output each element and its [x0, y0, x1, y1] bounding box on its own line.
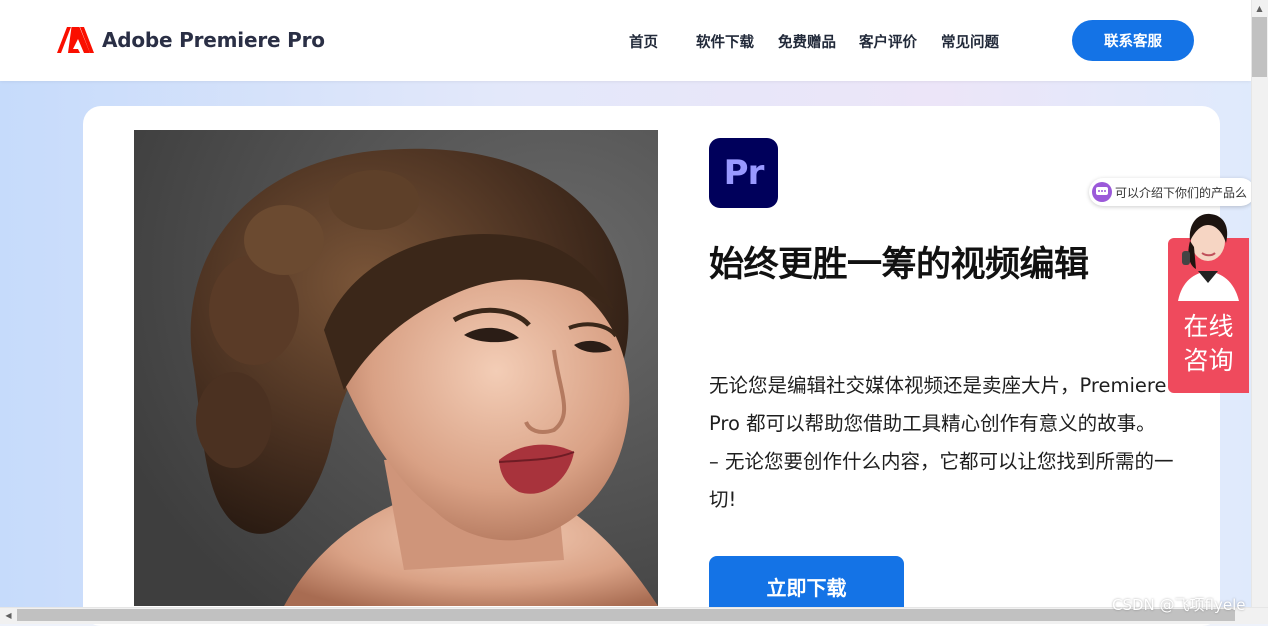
hero-description: 无论您是编辑社交媒体视频还是卖座大片，Premiere Pro 都可以帮助您借助…: [709, 367, 1184, 519]
chat-prompt-text: 可以介绍下你们的产品么: [1115, 185, 1248, 200]
chat-prompt-bubble[interactable]: 可以介绍下你们的产品么: [1089, 178, 1256, 206]
description-line: 无论您是编辑社交媒体视频还是卖座大片，Premiere Pro 都可以帮助您借助…: [709, 374, 1167, 435]
app-icon-label: Pr: [723, 153, 765, 193]
adobe-logo-icon[interactable]: [57, 27, 94, 53]
nav-item-reviews[interactable]: 客户评价: [859, 31, 917, 52]
description-line: – 无论您要创作什么内容，它都可以让您找到所需的一切!: [709, 450, 1174, 511]
csdn-watermark: CSDN @飞项flyele: [1112, 596, 1246, 614]
vertical-scroll-thumb[interactable]: [1252, 17, 1267, 77]
scroll-up-arrow-icon[interactable]: ▲: [1251, 0, 1268, 17]
hero-portrait-image: [134, 130, 658, 606]
consult-label: 在线咨询: [1168, 310, 1249, 378]
brand-name[interactable]: Adobe Premiere Pro: [102, 28, 325, 52]
nav-item-freebies[interactable]: 免费赠品: [778, 31, 836, 52]
online-consult-button[interactable]: 在线咨询: [1168, 213, 1249, 393]
site-header: Adobe Premiere Pro 首页 软件下载 免费赠品 客户评价 常见问…: [0, 0, 1251, 81]
horizontal-scroll-thumb[interactable]: [17, 609, 1235, 621]
consult-label-text: 在线咨询: [1183, 312, 1234, 375]
scroll-left-arrow-icon[interactable]: ◀: [0, 607, 17, 623]
premiere-pro-app-icon: Pr: [709, 138, 778, 208]
chat-icon: [1092, 182, 1112, 202]
hero-headline: 始终更胜一筹的视频编辑: [709, 245, 1089, 285]
nav-item-faq[interactable]: 常见问题: [941, 31, 999, 52]
nav-item-download[interactable]: 软件下载: [696, 31, 754, 52]
vertical-scrollbar[interactable]: [1251, 0, 1268, 607]
contact-support-button[interactable]: 联系客服: [1072, 20, 1194, 61]
support-agent-avatar: [1178, 213, 1239, 301]
nav-item-home[interactable]: 首页: [629, 31, 658, 52]
